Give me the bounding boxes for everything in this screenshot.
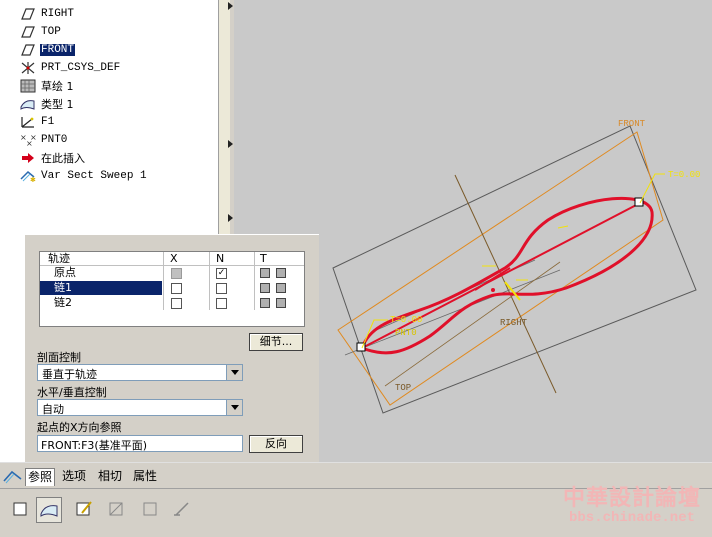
pnt0-label: PNT0 [395,328,417,338]
model-tree: RIGHT TOP FRONT PRT_CSYS_DEF 草绘 1 类型 1 F… [0,0,218,236]
tree-item-surface[interactable]: 类型 1 [20,96,75,112]
front-plane-outline [337,131,664,406]
tree-item-label: RIGHT [41,8,75,20]
watermark: 中華設計論壇 bbs.chinade.net [556,480,708,530]
expand-arrow-icon[interactable] [228,214,233,222]
tree-item-insert-here[interactable]: 在此插入 [20,150,86,166]
csys-icon [21,62,35,74]
tree-item-label: PNT0 [41,134,68,146]
t-start-label: T=0.00 [390,315,422,325]
x-checkbox[interactable] [171,298,182,309]
n-checkbox[interactable] [216,298,227,309]
trajectory-chain2 [474,267,511,291]
trajectory-name: 链1 [40,281,162,295]
tree-item-label: 在此插入 [41,152,85,165]
section-control-select[interactable]: 垂直于轨迹 [37,364,243,381]
hv-control-value: 自动 [42,403,64,416]
tab-properties[interactable]: 属性 [131,468,159,485]
flip-direction-icon[interactable] [170,497,194,521]
datum-plane-icon [21,26,35,38]
tree-item-label: TOP [41,26,61,38]
svg-text:✱: ✱ [30,176,36,183]
tab-references[interactable]: 参照 [25,468,56,486]
expand-arrow-icon[interactable] [228,140,233,148]
trajectory-row-chain2[interactable]: 链2 [40,296,304,310]
solid-icon[interactable] [8,497,32,521]
x-dir-ref-value: FRONT:F3(基准平面) [41,439,147,452]
trajectory-table: 轨迹 X N T 原点 ✓ 链1 链2 [39,251,305,327]
col-header-n: N [216,252,225,265]
datum-plane-icon [21,44,35,56]
tab-tangency[interactable]: 相切 [96,468,124,485]
tree-item-front[interactable]: FRONT [20,42,76,58]
tree-item-f1[interactable]: F1 [20,114,55,130]
collapse-arrow-icon[interactable] [228,2,233,10]
trajectory-name: 链2 [54,296,72,309]
tree-item-label: 类型 1 [41,98,74,111]
t-square-icon[interactable] [276,283,286,293]
datum-axis-icon [21,117,34,128]
trajectory-name: 原点 [54,266,76,279]
watermark-title: 中華設計論壇 [562,486,701,511]
watermark-url: bbs.chinade.net [568,510,696,526]
x-checkbox [171,268,182,279]
tree-item-right[interactable]: RIGHT [20,6,75,22]
flip-button[interactable]: 反向 [249,435,303,453]
chevron-down-icon[interactable] [226,400,242,415]
surface-icon [20,100,35,110]
chevron-down-icon[interactable] [226,365,242,380]
remove-material-icon[interactable] [104,497,128,521]
datum-plane-icon [21,8,35,20]
hv-control-label: 水平/垂直控制 [37,386,107,399]
hv-control-select[interactable]: 自动 [37,399,243,416]
tree-item-label: FRONT [40,44,76,56]
t-square-icon[interactable] [276,298,286,308]
tree-item-label: PRT_CSYS_DEF [41,62,121,74]
x-dir-ref-field[interactable]: FRONT:F3(基准平面) [37,435,243,452]
var-sect-sweep-icon: ✱ [20,170,36,183]
sketch-icon [20,79,36,93]
t-square-icon[interactable] [260,283,270,293]
section-control-value: 垂直于轨迹 [42,368,97,381]
tree-item-var-sect-sweep[interactable]: ✱ Var Sect Sweep 1 [20,168,148,184]
tree-item-pnt0[interactable]: × × × PNT0 [20,132,68,148]
n-checkbox[interactable] [216,283,227,294]
n-checkbox[interactable]: ✓ [216,268,227,279]
datum-point-icon: ××× [20,133,36,147]
thicken-icon[interactable] [138,497,162,521]
x-dir-ref-label: 起点的X方向参照 [37,421,122,434]
insert-here-icon [22,153,34,163]
t-square-icon[interactable] [260,298,270,308]
top-plane-label: TOP [395,383,411,393]
col-header-t: T [260,252,267,265]
svg-text:×: × [30,133,36,142]
references-panel: 轨迹 X N T 原点 ✓ 链1 链2 细节... 剖面控制 垂直于轨迹 水平/… [24,234,319,463]
t-square-icon[interactable] [260,268,270,278]
trajectory-row-chain1[interactable]: 链1 [40,281,304,295]
details-button[interactable]: 细节... [249,333,303,351]
var-sect-sweep-icon [3,470,22,484]
pnt0-point [491,288,495,292]
tree-item-top[interactable]: TOP [20,24,62,40]
t-end-label: T=0.00 [668,170,700,180]
front-plane-label: FRONT [618,119,646,129]
col-header-trajectory: 轨迹 [48,252,70,265]
tab-options[interactable]: 选项 [60,468,88,485]
edit-section-icon[interactable] [72,497,96,521]
section-control-label: 剖面控制 [37,351,81,364]
x-checkbox[interactable] [171,283,182,294]
t-end-leader [639,173,665,204]
tree-item-csys[interactable]: PRT_CSYS_DEF [20,60,121,76]
tree-item-label: F1 [41,116,55,128]
tree-item-label: Var Sect Sweep 1 [41,170,147,182]
t-square-icon[interactable] [276,268,286,278]
trajectory-row-origin[interactable]: 原点 ✓ [40,266,304,280]
right-plane-label: RIGHT [500,318,528,328]
surface-icon[interactable] [36,497,62,523]
tree-item-sketch[interactable]: 草绘 1 [20,78,75,94]
tree-item-label: 草绘 1 [41,80,74,93]
col-header-x: X [170,252,178,265]
